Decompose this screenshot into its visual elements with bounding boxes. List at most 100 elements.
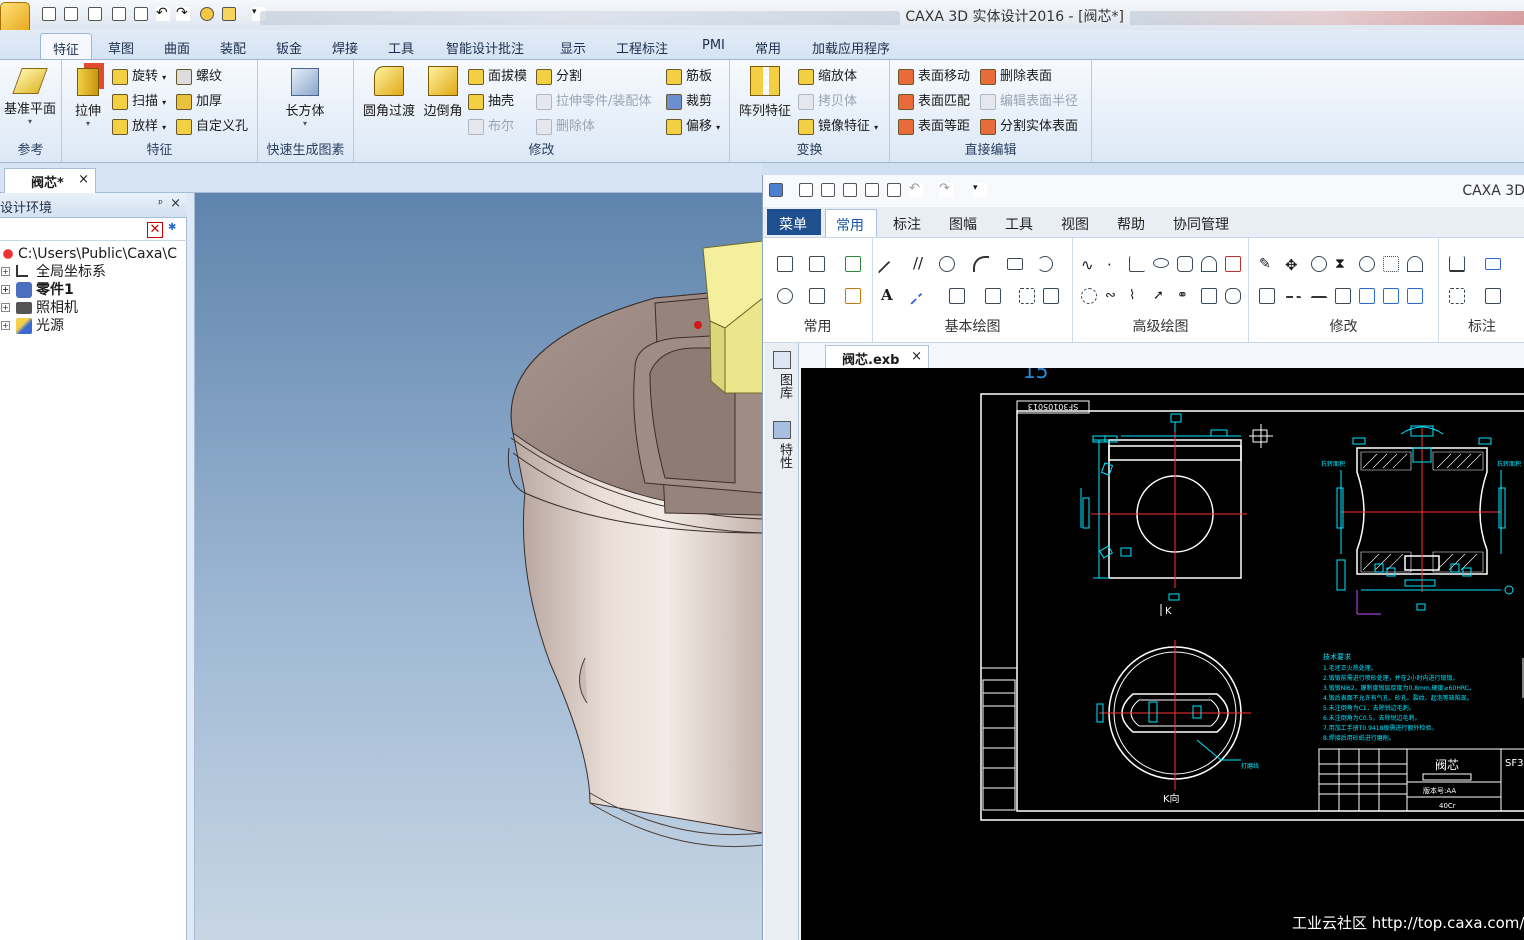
curve-icon[interactable] [1037, 256, 1053, 272]
move-face-button[interactable]: 表面移动 [898, 66, 970, 88]
shell-button[interactable]: 抽壳 [468, 91, 514, 113]
3d-viewport[interactable] [195, 193, 763, 940]
revolve-button[interactable]: 旋转 ▾ [112, 66, 166, 88]
folder-icon[interactable] [112, 7, 126, 21]
trim-icon[interactable] [1285, 296, 1301, 312]
tab-smart-annotation[interactable]: 智能设计批注 [446, 38, 524, 57]
table-icon[interactable] [1225, 256, 1241, 272]
2d-tab-collaboration[interactable]: 协同管理 [1173, 214, 1229, 234]
2d-app-icon[interactable] [769, 183, 783, 197]
gear-icon[interactable] [1081, 288, 1097, 304]
rotate-icon[interactable] [1359, 256, 1375, 272]
datum-icon[interactable] [1449, 288, 1465, 304]
delete-body-button[interactable]: 删除体 [536, 116, 595, 138]
pan-icon[interactable] [809, 288, 825, 304]
center-mark-icon[interactable] [1201, 256, 1217, 272]
sweep-button[interactable]: 扫描 ▾ [112, 91, 166, 113]
disk-icon[interactable] [134, 7, 148, 21]
stretch-part-button[interactable]: 拉伸零件/装配体 [536, 91, 651, 113]
2d-document-tab[interactable]: 阀芯.exb × [825, 345, 929, 369]
tree-item-global-coords[interactable]: + 全局坐标系 [0, 263, 106, 281]
new-icon[interactable] [42, 7, 56, 21]
filter-icon[interactable]: ✱ [168, 222, 184, 238]
spline-icon[interactable]: ∿ [1081, 256, 1097, 274]
new-doc-icon[interactable] [777, 256, 793, 272]
2d-tab-sheet[interactable]: 图幅 [949, 214, 977, 234]
chamfer-button[interactable]: 边倒角 [418, 64, 468, 119]
boolean-button[interactable]: 布尔 [468, 116, 514, 138]
tab-sheetmetal[interactable]: 钣金 [276, 38, 302, 57]
copy-body-button[interactable]: 拷贝体 [798, 91, 857, 113]
pattern-button[interactable]: 阵列特征 [734, 64, 796, 119]
annotation-icon[interactable] [1485, 288, 1501, 304]
zoom-icon[interactable] [777, 288, 793, 304]
trim-button[interactable]: 裁剪 [666, 91, 712, 113]
tab-engineering-annotation[interactable]: 工程标注 [616, 38, 668, 57]
2d-save-icon[interactable] [843, 183, 857, 197]
tab-assembly[interactable]: 装配 [220, 38, 246, 57]
arc-icon[interactable] [973, 256, 989, 272]
2d-print-preview-icon[interactable] [865, 183, 879, 197]
close-tab-icon[interactable]: × [78, 172, 89, 187]
2d-tab-help[interactable]: 帮助 [1117, 214, 1145, 234]
tolerance-icon[interactable] [1485, 258, 1501, 270]
mirror-icon[interactable]: ⧗ [1335, 256, 1351, 272]
close-tab-icon[interactable]: × [911, 349, 922, 364]
tab-weld[interactable]: 焊接 [332, 38, 358, 57]
fillet-button[interactable]: 圆角过渡 [360, 64, 418, 119]
offset-icon[interactable] [1259, 288, 1275, 304]
centerline-icon[interactable] [909, 292, 933, 316]
tab-sketch[interactable]: 草图 [108, 38, 134, 57]
tree-item-light[interactable]: + 光源 [0, 317, 64, 335]
loft-button[interactable]: 放样 ▾ [112, 116, 166, 138]
line-icon[interactable] [877, 260, 901, 284]
text-icon[interactable]: A [881, 288, 897, 304]
frame-icon[interactable] [1019, 288, 1035, 304]
document-tab[interactable]: 阀芯* × [4, 168, 96, 193]
break-icon[interactable] [1335, 288, 1351, 304]
hole-axis-icon[interactable] [1201, 288, 1217, 304]
cuboid-button[interactable]: 长方体 ▾ [270, 64, 340, 128]
chain-icon[interactable]: ⚭ [1177, 288, 1193, 304]
hatch-icon[interactable] [949, 288, 965, 304]
pin-icon[interactable]: ᵖ [158, 197, 163, 210]
array-icon[interactable] [1383, 256, 1399, 272]
2d-print-icon[interactable] [887, 183, 901, 197]
2d-tab-tools[interactable]: 工具 [1005, 214, 1033, 234]
2d-open-icon[interactable] [821, 183, 835, 197]
2d-redo-icon[interactable]: ↷ [939, 182, 953, 197]
redo-icon[interactable]: ↷ [176, 6, 190, 21]
polygon-icon[interactable] [1177, 256, 1193, 272]
tab-surface[interactable]: 曲面 [164, 38, 190, 57]
refresh-icon[interactable] [845, 256, 861, 272]
library-icon[interactable] [773, 351, 791, 369]
light-icon[interactable] [200, 7, 214, 21]
split-body-face-button[interactable]: 分割实体表面 [980, 116, 1078, 138]
split-button[interactable]: 分割 [536, 66, 582, 88]
custom-hole-button[interactable]: 自定义孔 [176, 116, 248, 138]
undo-icon[interactable]: ↶ [156, 6, 170, 21]
2d-customize-dropdown-icon[interactable]: ▾ [973, 183, 987, 197]
match-face-button[interactable]: 表面匹配 [898, 91, 970, 113]
2d-undo-icon[interactable]: ↶ [909, 182, 923, 197]
rib-button[interactable]: 筋板 [666, 66, 712, 88]
extend-icon[interactable] [1311, 296, 1327, 312]
move-icon[interactable]: ✥ [1285, 256, 1301, 274]
properties-icon[interactable] [773, 421, 791, 439]
expand-icon[interactable]: + [1, 321, 10, 330]
tab-common[interactable]: 常用 [755, 38, 781, 57]
library-tab[interactable]: 图库 [775, 373, 794, 399]
thread-button[interactable]: 螺纹 [176, 66, 222, 88]
circle-icon[interactable] [939, 256, 955, 272]
datum-plane-button[interactable]: 基准平面 ▾ [0, 64, 60, 126]
break-line-icon[interactable]: ⌇ [1129, 288, 1145, 304]
draft-button[interactable]: 面拔模 [468, 66, 527, 88]
tab-display[interactable]: 显示 [560, 38, 586, 57]
copy-icon[interactable] [809, 256, 825, 272]
expand-icon[interactable]: + [1, 267, 10, 276]
delete-icon[interactable]: ✕ [147, 222, 163, 238]
image-icon[interactable] [1043, 288, 1059, 304]
arrow-icon[interactable]: ➚ [1153, 288, 1169, 304]
offset-button[interactable]: 偏移 ▾ [666, 116, 720, 138]
edit-face-radius-button[interactable]: 编辑表面半径 [980, 91, 1078, 113]
